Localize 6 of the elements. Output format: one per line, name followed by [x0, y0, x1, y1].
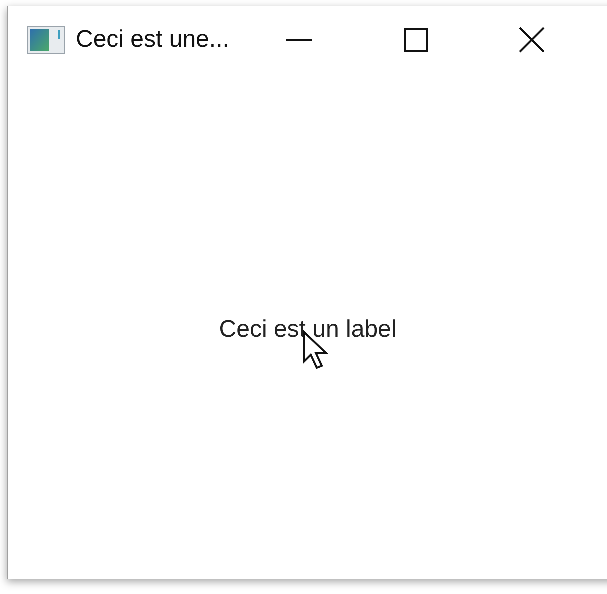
- app-icon: [27, 26, 65, 54]
- close-icon: [519, 27, 546, 53]
- minimize-icon: [286, 39, 312, 41]
- window-title: Ceci est une...: [76, 25, 230, 55]
- label-text: Ceci est un label: [219, 315, 397, 345]
- maximize-icon: [404, 28, 428, 52]
